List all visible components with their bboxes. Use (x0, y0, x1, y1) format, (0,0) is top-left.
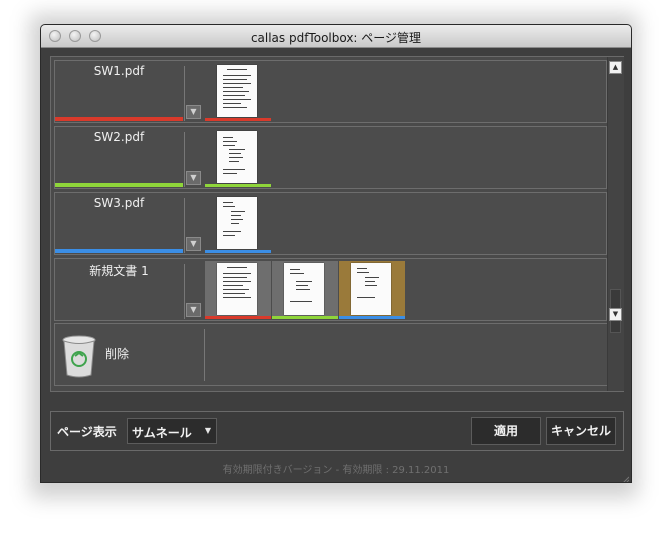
page-thumbnail[interactable] (205, 261, 271, 319)
page-source-underline (205, 250, 271, 253)
page-view-select[interactable]: サムネール ▼ (127, 418, 217, 444)
trash-drop-zone[interactable]: 削除 (54, 323, 617, 386)
view-control-panel: ページ表示 サムネール ▼ 適用 キャンセル (50, 411, 624, 451)
page-thumbnail[interactable] (205, 195, 271, 253)
page-view-value: サムネール (132, 426, 192, 440)
document-menu-chevron-icon[interactable]: ▼ (186, 105, 201, 119)
arrow-down-icon[interactable]: ▼ (609, 308, 622, 321)
resize-grip-icon[interactable] (619, 470, 630, 482)
page-view-label: ページ表示 (57, 425, 117, 439)
document-name: SW1.pdf (93, 64, 145, 78)
page-thumbnail-selected[interactable] (339, 261, 405, 319)
arrow-up-icon[interactable]: ▲ (609, 61, 622, 74)
document-row-new[interactable]: 新規文書 1 ▼ (54, 258, 607, 321)
row-divider (184, 66, 185, 121)
page-source-underline (272, 316, 338, 319)
document-row-sw3[interactable]: SW3.pdf ▼ (54, 192, 607, 255)
document-name: 新規文書 1 (89, 264, 149, 278)
license-note: 有効期限付きバージョン - 有効期限 : 29.11.2011 (222, 465, 450, 476)
title-bar[interactable]: callas pdfToolbox: ページ管理 (41, 25, 631, 48)
page-source-underline (205, 118, 271, 121)
page-source-underline (205, 184, 271, 187)
page-source-underline (205, 316, 271, 319)
page-source-underline (339, 316, 405, 319)
document-menu-chevron-icon[interactable]: ▼ (186, 171, 201, 185)
page-image (284, 263, 324, 315)
chevron-down-icon: ▼ (204, 426, 211, 435)
document-color-bar (55, 117, 183, 121)
document-color-bar (55, 183, 183, 187)
document-list: SW1.pdf ▼ SW2.pdf ▼ SW3.pdf ▼ 新規文書 1 ▼ 削… (50, 56, 624, 392)
page-image (217, 197, 257, 249)
window-title: callas pdfToolbox: ページ管理 (250, 31, 422, 45)
document-menu-chevron-icon[interactable]: ▼ (186, 237, 201, 251)
page-image (351, 263, 391, 315)
document-row-sw1[interactable]: SW1.pdf ▼ (54, 60, 607, 123)
page-image (217, 65, 257, 117)
row-divider (184, 198, 185, 253)
page-manager-window: callas pdfToolbox: ページ管理 SW1.pdf ▼ SW2.p… (40, 24, 632, 483)
page-thumbnail[interactable] (272, 261, 338, 319)
page-image (217, 263, 257, 315)
trash-label: 削除 (105, 347, 130, 361)
document-name: SW3.pdf (93, 196, 145, 210)
document-row-sw2[interactable]: SW2.pdf ▼ (54, 126, 607, 189)
page-thumbnail[interactable] (205, 63, 271, 121)
page-thumbnail[interactable] (205, 129, 271, 187)
row-divider (184, 264, 185, 319)
document-color-bar (55, 249, 183, 253)
document-name: SW2.pdf (93, 130, 145, 144)
trash-divider (204, 329, 205, 381)
vertical-scrollbar[interactable]: ▲ ▼ (607, 57, 624, 391)
trash-icon (61, 334, 97, 378)
page-image (217, 131, 257, 183)
apply-button[interactable]: 適用 (471, 417, 541, 445)
cancel-button[interactable]: キャンセル (546, 417, 616, 445)
document-menu-chevron-icon[interactable]: ▼ (186, 303, 201, 317)
row-divider (184, 132, 185, 187)
